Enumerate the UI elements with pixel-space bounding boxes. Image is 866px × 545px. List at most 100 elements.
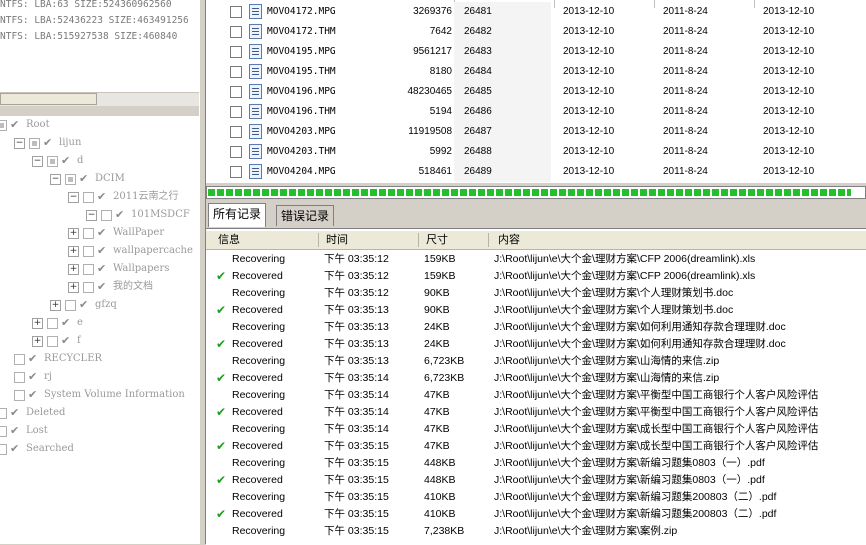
log-row[interactable]: ✔ Recovered 下午 03:35:14 6,723KB J:\Root\liju… bbox=[206, 370, 866, 387]
tree-node[interactable]: + ✔ f bbox=[32, 332, 81, 350]
tree-checkbox[interactable] bbox=[0, 425, 7, 437]
tree-node[interactable]: ✔ RECYCLER bbox=[14, 350, 102, 368]
log-row[interactable]: ✔ Recovered 下午 03:35:13 24KB J:\Root\lijun\e… bbox=[206, 336, 866, 353]
tree-checkbox[interactable] bbox=[0, 119, 7, 131]
header-content[interactable]: 内容 bbox=[498, 231, 520, 249]
tree-checkbox[interactable] bbox=[14, 353, 25, 365]
file-checkbox[interactable] bbox=[230, 86, 242, 98]
tree-checkbox[interactable] bbox=[83, 227, 94, 239]
tree-node[interactable]: − ✔ 101MSDCF bbox=[86, 206, 190, 224]
tree-expander[interactable]: + bbox=[68, 281, 79, 293]
log-row[interactable]: ✔ Recovered 下午 03:35:12 159KB J:\Root\lijun\… bbox=[206, 268, 866, 285]
tree-node[interactable]: ✔ Lost bbox=[0, 422, 48, 440]
log-row[interactable]: ✔ Recovered 下午 03:35:15 47KB J:\Root\lijun\e… bbox=[206, 438, 866, 455]
log-row[interactable]: Recovering 下午 03:35:12 159KB J:\Root\lijun\… bbox=[206, 251, 866, 268]
tree-expander[interactable]: + bbox=[68, 245, 79, 257]
log-row[interactable]: ✔ Recovered 下午 03:35:15 448KB J:\Root\lijun\… bbox=[206, 472, 866, 489]
tree-checkbox[interactable] bbox=[83, 245, 94, 257]
header-time[interactable]: 时间 bbox=[326, 231, 348, 249]
file-checkbox[interactable] bbox=[230, 146, 242, 158]
file-checkbox[interactable] bbox=[230, 46, 242, 58]
file-row[interactable]: MOVO4203.MPG 11919508 26487 2013-12-10 2011-… bbox=[206, 122, 866, 142]
tree-expander[interactable]: + bbox=[32, 317, 43, 329]
file-list[interactable]: MOVO4172.MPG 3269376 26481 2013-12-10 2011-8… bbox=[206, 0, 866, 183]
log-row[interactable]: Recovering 下午 03:35:14 47KB J:\Root\lijun\e… bbox=[206, 421, 866, 438]
log-row[interactable]: Recovering 下午 03:35:15 410KB J:\Root\lijun\… bbox=[206, 489, 866, 506]
left-splitter[interactable] bbox=[0, 106, 199, 116]
tree-expander[interactable]: − bbox=[68, 191, 79, 203]
log-row[interactable]: Recovering 下午 03:35:12 90KB J:\Root\lijun\e… bbox=[206, 285, 866, 302]
file-name: MOVO4172.MPG bbox=[267, 6, 336, 17]
file-row[interactable]: MOVO4203.THM 5992 26488 2013-12-10 2011-8-24… bbox=[206, 142, 866, 162]
vertical-splitter[interactable] bbox=[199, 0, 206, 544]
file-checkbox[interactable] bbox=[230, 126, 242, 138]
file-checkbox[interactable] bbox=[230, 66, 242, 78]
file-row[interactable]: MOVO4172.MPG 3269376 26481 2013-12-10 2011-8… bbox=[206, 2, 866, 22]
file-checkbox[interactable] bbox=[230, 26, 242, 38]
tree-expander[interactable]: − bbox=[86, 209, 97, 221]
scrollbar-thumb[interactable] bbox=[0, 93, 97, 105]
file-row[interactable]: MOVO4196.MPG 48230465 26485 2013-12-10 2011-… bbox=[206, 82, 866, 102]
tree-checkbox[interactable] bbox=[83, 191, 94, 203]
tree-node[interactable]: ✔ rj bbox=[14, 368, 52, 386]
tab-error-records[interactable]: 错误记录 bbox=[276, 205, 335, 226]
tree-node[interactable]: − ✔ 2011云南之行 bbox=[68, 188, 178, 206]
tree-checkbox[interactable] bbox=[65, 173, 76, 185]
tree-node[interactable]: ✔ Deleted bbox=[0, 404, 65, 422]
file-row[interactable]: MOVO4204.MPG 518461 26489 2013-12-10 2011-8-… bbox=[206, 162, 866, 182]
log-row[interactable]: ✔ Recovered 下午 03:35:15 410KB J:\Root\lijun\… bbox=[206, 506, 866, 523]
recovery-log-list[interactable]: 信息 时间 尺寸 内容 Recovering 下午 03:35:12 159KB J:… bbox=[206, 228, 866, 545]
tree-checkbox[interactable] bbox=[83, 281, 94, 293]
tree-expander[interactable]: − bbox=[14, 137, 25, 149]
file-checkbox[interactable] bbox=[230, 166, 242, 178]
tree-checkbox[interactable] bbox=[47, 155, 58, 167]
tree-checkbox[interactable] bbox=[47, 317, 58, 329]
file-row[interactable]: MOVO4195.THM 8180 26484 2013-12-10 2011-8-24… bbox=[206, 62, 866, 82]
log-row[interactable]: ✔ Recovered 下午 03:35:14 47KB J:\Root\lijun\e… bbox=[206, 404, 866, 421]
header-size[interactable]: 尺寸 bbox=[426, 231, 448, 249]
tree-expander[interactable]: + bbox=[32, 335, 43, 347]
file-checkbox[interactable] bbox=[230, 6, 242, 18]
tree-expander[interactable]: + bbox=[68, 227, 79, 239]
tree-checkbox[interactable] bbox=[83, 263, 94, 275]
file-row[interactable]: MOVO4172.THM 7642 26482 2013-12-10 2011-8-24… bbox=[206, 22, 866, 42]
folder-tree[interactable]: ✔ Root − ✔ lijun − ✔ d − ✔ DCIM − ✔ 2011云南之行 − ✔ 101MSDC… bbox=[0, 116, 199, 544]
file-checkbox[interactable] bbox=[230, 106, 242, 118]
tree-expander[interactable]: + bbox=[50, 299, 61, 311]
tree-node[interactable]: + ✔ WallPaper bbox=[68, 224, 164, 242]
tree-node[interactable]: + ✔ 我的文档 bbox=[68, 278, 153, 296]
tree-node[interactable]: ✔ Searched bbox=[0, 440, 74, 458]
tree-node[interactable]: ✔ Root bbox=[0, 116, 50, 134]
tree-expander[interactable]: − bbox=[32, 155, 43, 167]
log-row[interactable]: Recovering 下午 03:35:15 448KB J:\Root\lijun\… bbox=[206, 455, 866, 472]
tree-node[interactable]: + ✔ gfzq bbox=[50, 296, 117, 314]
tree-checkbox[interactable] bbox=[29, 137, 40, 149]
file-row[interactable]: MOVO4196.THM 5194 26486 2013-12-10 2011-8-24… bbox=[206, 102, 866, 122]
log-row[interactable]: Recovering 下午 03:35:14 47KB J:\Root\lijun\e… bbox=[206, 387, 866, 404]
tree-node[interactable]: + ✔ wallpapercache bbox=[68, 242, 193, 260]
tree-node[interactable]: + ✔ Wallpapers bbox=[68, 260, 169, 278]
file-row[interactable]: MOVO4195.MPG 9561217 26483 2013-12-10 2011-8… bbox=[206, 42, 866, 62]
tree-node[interactable]: ✔ System Volume Information bbox=[14, 386, 185, 404]
tree-checkbox[interactable] bbox=[14, 371, 25, 383]
tree-checkbox[interactable] bbox=[101, 209, 112, 221]
tree-checkbox[interactable] bbox=[0, 407, 7, 419]
tree-node[interactable]: − ✔ d bbox=[32, 152, 83, 170]
tab-all-records[interactable]: 所有记录 bbox=[208, 203, 267, 227]
log-status: Recovered bbox=[232, 372, 283, 384]
tree-node[interactable]: − ✔ lijun bbox=[14, 134, 81, 152]
log-row[interactable]: ✔ Recovered 下午 03:35:13 90KB J:\Root\lijun\e… bbox=[206, 302, 866, 319]
log-row[interactable]: Recovering 下午 03:35:15 7,238KB J:\Root\liju… bbox=[206, 523, 866, 540]
tree-checkbox[interactable] bbox=[0, 443, 7, 455]
tree-expander[interactable]: − bbox=[50, 173, 61, 185]
tree-node[interactable]: + ✔ e bbox=[32, 314, 83, 332]
tree-checkbox[interactable] bbox=[47, 335, 58, 347]
tree-expander[interactable]: + bbox=[68, 263, 79, 275]
log-row[interactable]: Recovering 下午 03:35:13 6,723KB J:\Root\liju… bbox=[206, 353, 866, 370]
tree-node[interactable]: − ✔ DCIM bbox=[50, 170, 125, 188]
tree-checkbox[interactable] bbox=[65, 299, 76, 311]
header-info[interactable]: 信息 bbox=[218, 231, 240, 249]
log-row[interactable]: Recovering 下午 03:35:13 24KB J:\Root\lijun\e… bbox=[206, 319, 866, 336]
file-name: MOVO4203.MPG bbox=[267, 126, 336, 137]
tree-checkbox[interactable] bbox=[14, 389, 25, 401]
